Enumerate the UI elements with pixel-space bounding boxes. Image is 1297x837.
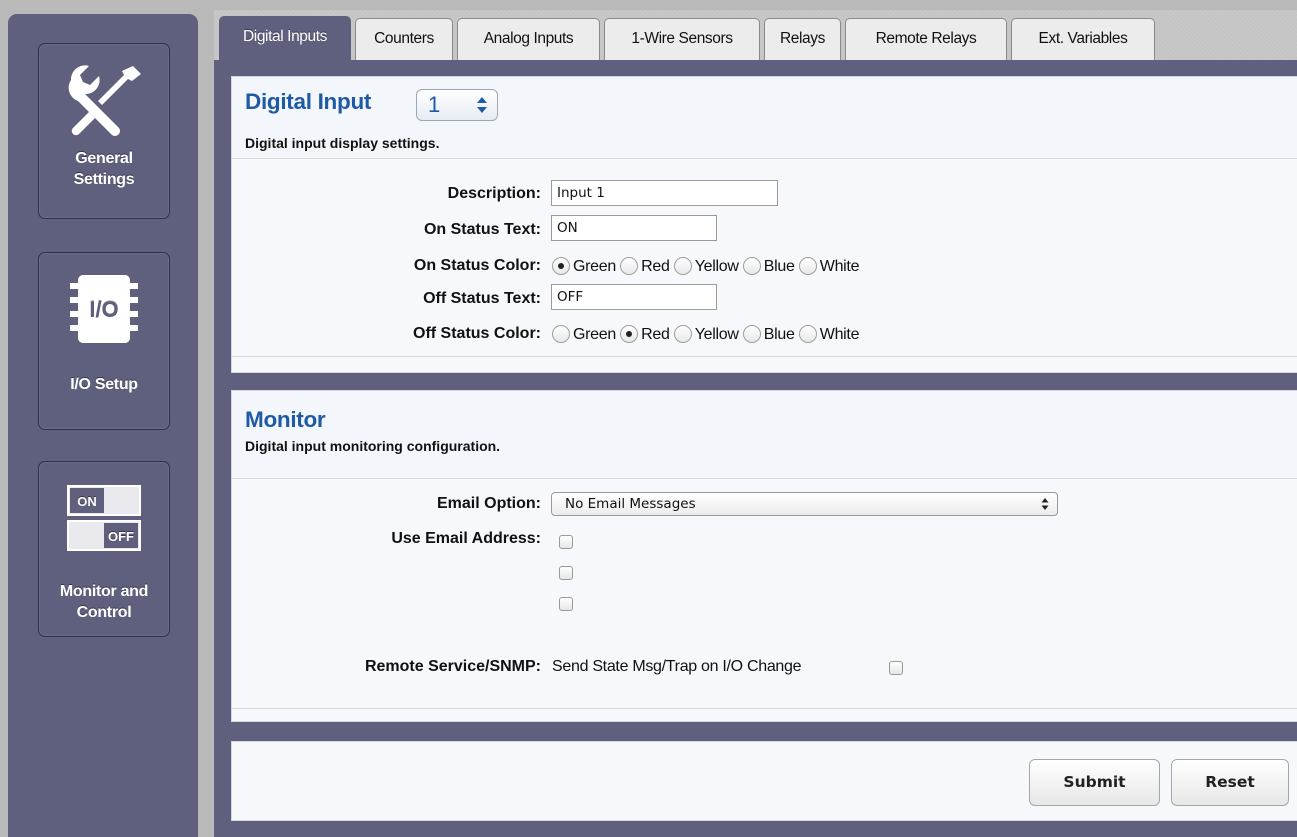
input-number-value: 1	[428, 92, 441, 117]
off-status-text-label: Off Status Text:	[423, 290, 541, 307]
panel-header	[232, 391, 1297, 479]
select-arrows-icon	[1041, 498, 1049, 510]
main-content: Digital Inputs Counters Analog Inputs 1-…	[214, 10, 1297, 837]
email-address-checkbox-3[interactable]	[559, 597, 573, 611]
remote-service-label: Remote Service/SNMP:	[364, 658, 541, 675]
radio-label: Green	[573, 258, 616, 275]
submit-button[interactable]: Submit	[1029, 759, 1160, 806]
radio-label: White	[819, 258, 860, 275]
radio-label: White	[819, 326, 860, 343]
on-off-switch-icon: ON OFF	[67, 485, 141, 551]
description-input[interactable]	[551, 180, 778, 206]
email-option-select[interactable]: No Email Messages	[551, 492, 1058, 516]
email-address-checkbox-2[interactable]	[559, 566, 573, 580]
radio-label: Blue	[763, 326, 795, 343]
on-color-green-radio[interactable]	[552, 257, 570, 275]
use-email-address-label: Use Email Address:	[391, 530, 541, 547]
off-color-blue-radio[interactable]	[742, 325, 761, 343]
switch-off-text: OFF	[108, 529, 134, 544]
email-option-label: Email Option:	[437, 495, 541, 512]
off-color-yellow-radio[interactable]	[673, 325, 692, 343]
on-status-color-group: Green Red Yellow Blue White	[552, 257, 859, 276]
tab-bar: Digital Inputs Counters Analog Inputs 1-…	[214, 10, 1297, 60]
sidebar-item-general-settings[interactable]: General Settings	[38, 43, 170, 219]
panel-title: Digital Input	[245, 89, 372, 114]
on-status-color-label: On Status Color:	[413, 257, 541, 274]
description-label: Description:	[447, 185, 541, 202]
on-color-red-radio[interactable]	[620, 257, 639, 275]
display-settings-panel: Digital Input 1 Digital input display se…	[231, 76, 1297, 373]
switch-on-text: ON	[77, 494, 97, 509]
email-option-value: No Email Messages	[565, 496, 696, 512]
radio-label: Yellow	[694, 258, 739, 275]
on-status-text-label: On Status Text:	[423, 221, 541, 238]
off-status-color-group: Green Red Yellow Blue White	[552, 325, 859, 344]
off-status-text-input[interactable]	[551, 284, 717, 310]
panel-title: Monitor	[245, 407, 326, 432]
off-color-white-radio[interactable]	[798, 325, 817, 343]
input-number-select[interactable]: 1	[416, 89, 498, 121]
sidebar-item-label: Settings	[73, 171, 135, 188]
reset-button[interactable]: Reset	[1171, 759, 1289, 806]
monitor-panel: Monitor Digital input monitoring configu…	[231, 390, 1297, 722]
wrench-screwdriver-icon	[68, 65, 141, 136]
tab-relays[interactable]: Relays	[764, 18, 841, 60]
on-color-white-radio[interactable]	[798, 257, 817, 275]
sidebar-item-label: General	[75, 150, 133, 167]
tab-analog-inputs[interactable]: Analog Inputs	[457, 18, 600, 60]
radio-label: Red	[641, 258, 670, 275]
tab-counters[interactable]: Counters	[355, 18, 453, 60]
tab-ext-variables[interactable]: Ext. Variables	[1011, 18, 1155, 60]
sidebar-item-label: I/O Setup	[70, 376, 138, 393]
divider	[232, 708, 1297, 709]
sidebar-item-monitor-control[interactable]: ON OFF Monitor and Control	[38, 461, 170, 637]
divider	[232, 356, 1297, 357]
tab-digital-inputs[interactable]: Digital Inputs	[219, 16, 351, 60]
on-status-text-input[interactable]	[551, 215, 717, 241]
actions-panel: Submit Reset	[231, 741, 1297, 821]
select-arrows-icon	[477, 97, 487, 113]
radio-label: Yellow	[694, 326, 739, 343]
off-color-red-radio[interactable]	[620, 325, 639, 343]
on-color-blue-radio[interactable]	[742, 257, 761, 275]
sidebar: General Settings I/O I/O Setup ON OFF Mo…	[8, 14, 198, 837]
io-chip-text: I/O	[89, 297, 118, 322]
remote-service-text: Send State Msg/Trap on I/O Change	[552, 658, 802, 675]
radio-label: Red	[641, 326, 670, 343]
on-color-yellow-radio[interactable]	[673, 257, 692, 275]
off-status-color-label: Off Status Color:	[413, 325, 541, 342]
sidebar-item-label: Control	[76, 604, 132, 621]
radio-label: Blue	[763, 258, 795, 275]
radio-label: Green	[573, 326, 616, 343]
email-address-checkbox-1[interactable]	[559, 535, 573, 549]
send-state-trap-checkbox[interactable]	[889, 661, 903, 675]
panel-subtitle: Digital input monitoring configuration.	[245, 438, 501, 454]
io-chip-icon: I/O	[70, 275, 138, 343]
sidebar-item-io-setup[interactable]: I/O I/O Setup	[38, 252, 170, 430]
off-color-green-radio[interactable]	[552, 325, 570, 343]
sidebar-item-label: Monitor and	[59, 583, 149, 600]
panel-subtitle: Digital input display settings.	[245, 135, 440, 151]
tab-remote-relays[interactable]: Remote Relays	[845, 18, 1007, 60]
tab-1-wire-sensors[interactable]: 1-Wire Sensors	[604, 18, 760, 60]
